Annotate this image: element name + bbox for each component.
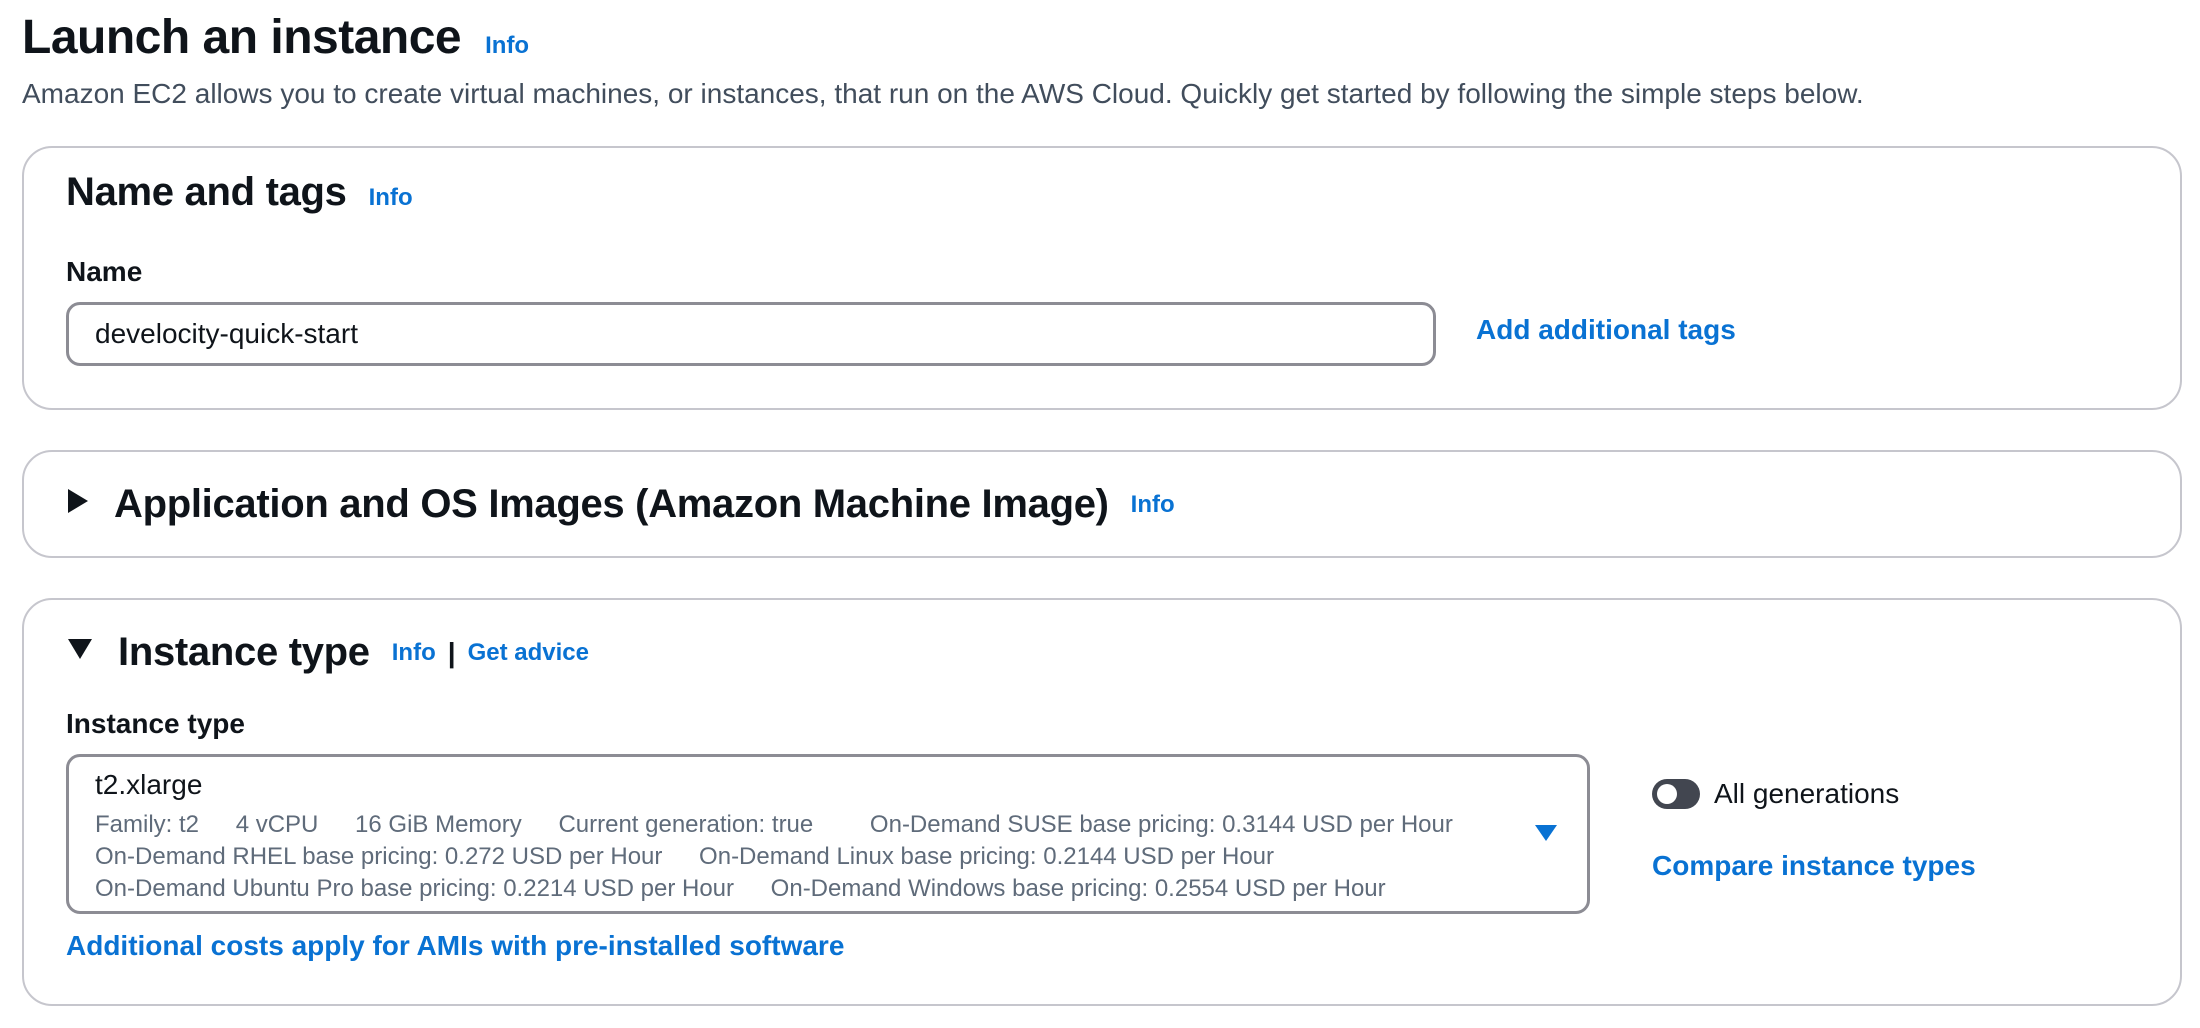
page-info-link[interactable]: Info	[485, 32, 529, 60]
selected-instance-type: t2.xlarge	[95, 769, 203, 800]
compare-instance-types-link[interactable]: Compare instance types	[1652, 850, 1976, 882]
add-additional-tags-link[interactable]: Add additional tags	[1476, 314, 1736, 346]
name-and-tags-header: Name and tags Info	[66, 170, 413, 215]
rhel-pricing-detail: On-Demand RHEL base pricing: 0.272 USD p…	[95, 843, 663, 870]
ami-header[interactable]: Application and OS Images (Amazon Machin…	[68, 482, 1175, 527]
instance-type-title[interactable]: Instance type	[118, 630, 370, 675]
linux-pricing-detail: On-Demand Linux base pricing: 0.2144 USD…	[699, 843, 1275, 870]
name-input[interactable]	[66, 302, 1436, 366]
instance-details-line-3: On-Demand Ubuntu Pro base pricing: 0.221…	[95, 875, 1416, 903]
windows-pricing-detail: On-Demand Windows base pricing: 0.2554 U…	[770, 875, 1386, 902]
launch-instance-page: Launch an instance Info Amazon EC2 allow…	[0, 0, 2200, 1028]
family-detail: Family: t2	[95, 811, 200, 838]
ami-panel: Application and OS Images (Amazon Machin…	[22, 450, 2182, 558]
caret-down-filled-icon[interactable]	[1535, 825, 1557, 841]
name-and-tags-panel: Name and tags Info Name Add additional t…	[22, 146, 2182, 410]
ami-title[interactable]: Application and OS Images (Amazon Machin…	[114, 482, 1109, 527]
vcpu-detail: 4 vCPU	[235, 811, 319, 838]
additional-costs-link[interactable]: Additional costs apply for AMIs with pre…	[66, 930, 844, 962]
instance-type-panel: Instance type Info | Get advice Instance…	[22, 598, 2182, 1006]
page-header: Launch an instance Info	[22, 10, 529, 65]
get-advice-link[interactable]: Get advice	[468, 639, 589, 667]
caret-down-icon[interactable]	[68, 638, 92, 659]
header-separator: |	[447, 636, 456, 668]
instance-type-select[interactable]: t2.xlarge Family: t2 4 vCPU 16 GiB Memor…	[66, 754, 1590, 914]
current-generation-detail: Current generation: true	[558, 811, 814, 838]
instance-details-line-1: Family: t2 4 vCPU 16 GiB Memory Current …	[95, 811, 1483, 839]
suse-pricing-detail: On-Demand SUSE base pricing: 0.3144 USD …	[869, 811, 1453, 838]
ami-info-link[interactable]: Info	[1131, 491, 1175, 519]
all-generations-label[interactable]: All generations	[1714, 778, 1899, 810]
ubuntu-pro-pricing-detail: On-Demand Ubuntu Pro base pricing: 0.221…	[95, 875, 734, 902]
page-title: Launch an instance	[22, 11, 462, 64]
name-and-tags-info-link[interactable]: Info	[369, 184, 413, 212]
instance-type-info-link[interactable]: Info	[392, 639, 436, 667]
all-generations-toggle[interactable]: All generations	[1652, 778, 1899, 810]
instance-type-header[interactable]: Instance type Info | Get advice	[68, 630, 589, 675]
memory-detail: 16 GiB Memory	[355, 811, 522, 838]
name-and-tags-title: Name and tags	[66, 170, 347, 214]
toggle-switch[interactable]	[1652, 779, 1700, 809]
toggle-knob	[1657, 784, 1677, 804]
page-description: Amazon EC2 allows you to create virtual …	[22, 78, 1864, 109]
name-field-label: Name	[66, 256, 143, 287]
instance-details-line-2: On-Demand RHEL base pricing: 0.272 USD p…	[95, 843, 1304, 871]
instance-type-field-label: Instance type	[66, 708, 245, 739]
caret-right-icon[interactable]	[68, 488, 88, 513]
